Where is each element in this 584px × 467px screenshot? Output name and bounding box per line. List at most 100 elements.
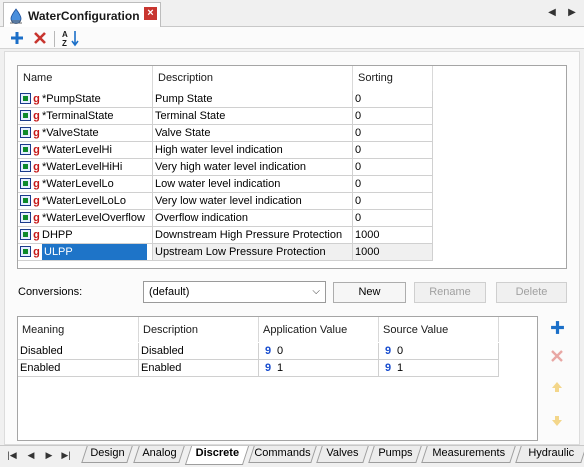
variable-sorting-cell[interactable]: 1000 <box>353 227 433 244</box>
value-type-glyph: 9 <box>384 362 392 374</box>
column-header-name[interactable]: Name <box>18 66 153 91</box>
tab-commands[interactable]: Commands <box>248 446 317 463</box>
variable-description-cell[interactable]: Valve State <box>153 125 353 142</box>
variable-description-cell[interactable]: Low water level indication <box>153 176 353 193</box>
variable-sorting-cell[interactable]: 0 <box>353 108 433 125</box>
variable-name-cell[interactable]: g *ValveState <box>18 125 153 142</box>
discrete-variable-icon <box>20 110 31 121</box>
variable-name-cell[interactable]: g ULPP <box>18 244 153 261</box>
tab-analog[interactable]: Analog <box>133 446 185 463</box>
meaning-cell-text: Disabled <box>20 345 63 357</box>
variable-name-cell[interactable]: g *WaterLevelHiHi <box>18 159 153 176</box>
tab-pumps[interactable]: Pumps <box>368 446 422 463</box>
meaning-cell[interactable]: Enabled <box>18 360 139 377</box>
delete-conversion-value-button[interactable] <box>547 346 567 366</box>
variable-type-glyph: g <box>33 127 40 139</box>
variable-name-cell[interactable]: g *PumpState <box>18 91 153 108</box>
variable-name: *WaterLevelLo <box>42 178 114 190</box>
variable-description-cell[interactable]: Very high water level indication <box>153 159 353 176</box>
source-value-cell[interactable]: 90 <box>379 343 499 360</box>
meaning-cell[interactable]: Disabled <box>18 343 139 360</box>
variable-description-cell[interactable]: Upstream Low Pressure Protection <box>153 244 353 261</box>
add-conversion-value-button[interactable] <box>547 317 567 337</box>
column-header-conv-description[interactable]: Description <box>139 317 259 342</box>
toolbar-separator <box>54 31 55 47</box>
variable-description-cell[interactable]: Pump State <box>153 91 353 108</box>
tab-label: Analog <box>142 447 177 459</box>
scroll-right-icon[interactable]: ▶ <box>566 7 578 19</box>
tab-label: Measurements <box>432 447 506 459</box>
variable-sorting-cell[interactable]: 0 <box>353 142 433 159</box>
variable-sorting-cell[interactable]: 0 <box>353 91 433 108</box>
conv-description-cell[interactable]: Disabled <box>139 343 259 360</box>
delete-conversion-button[interactable]: Delete <box>496 282 567 303</box>
column-header-source-value[interactable]: Source Value <box>379 317 499 342</box>
rename-button[interactable]: Rename <box>414 282 486 303</box>
tab-design[interactable]: Design <box>81 446 133 463</box>
add-button[interactable] <box>8 29 26 47</box>
conversions-selected-value: (default) <box>149 286 190 298</box>
variable-sorting-cell[interactable]: 0 <box>353 176 433 193</box>
next-tab-icon[interactable]: ▶ <box>43 449 55 461</box>
delete-button[interactable] <box>31 29 49 47</box>
variable-description-cell[interactable]: Terminal State <box>153 108 353 125</box>
variable-sorting-cell[interactable]: 0 <box>353 210 433 227</box>
variable-name-cell[interactable]: g *WaterLevelLo <box>18 176 153 193</box>
source-value-cell-text: 0 <box>397 345 404 357</box>
variable-description-cell[interactable]: Overflow indication <box>153 210 353 227</box>
discrete-variable-icon <box>20 212 31 223</box>
move-up-button[interactable] <box>547 377 567 397</box>
variable-type-glyph: g <box>33 161 40 173</box>
variables-grid[interactable]: Name Description Sorting g *PumpState Pump… <box>17 65 567 269</box>
tab-discrete[interactable]: Discrete <box>184 446 250 465</box>
variable-name-cell[interactable]: g *WaterLevelLoLo <box>18 193 153 210</box>
variable-name-cell[interactable]: g *TerminalState <box>18 108 153 125</box>
source-value-cell[interactable]: 91 <box>379 360 499 377</box>
new-button[interactable]: New <box>333 282 406 303</box>
application-value-cell[interactable]: 91 <box>259 360 379 377</box>
first-tab-icon[interactable]: |◀ <box>6 449 18 461</box>
move-down-button[interactable] <box>547 411 567 431</box>
conversions-select[interactable]: (default) ⌵ <box>143 281 326 303</box>
variable-name-cell[interactable]: g *WaterLevelHi <box>18 142 153 159</box>
previous-tab-icon[interactable]: ◀ <box>25 449 37 461</box>
variable-name: *ValveState <box>42 127 99 139</box>
scroll-left-icon[interactable]: ◀ <box>546 7 558 19</box>
column-header-meaning[interactable]: Meaning <box>18 317 139 342</box>
variable-sorting-cell[interactable]: 0 <box>353 125 433 142</box>
variable-description-cell[interactable]: High water level indication <box>153 142 353 159</box>
variable-name: *WaterLevelOverflow <box>42 212 145 224</box>
variable-description-cell[interactable]: Very low water level indication <box>153 193 353 210</box>
variable-name: *PumpState <box>42 93 101 105</box>
column-header-description[interactable]: Description <box>153 66 353 91</box>
sort-button[interactable]: A Z <box>62 29 80 47</box>
tab-valves[interactable]: Valves <box>316 446 369 463</box>
last-tab-icon[interactable]: ▶| <box>60 449 72 461</box>
column-header-sorting[interactable]: Sorting <box>353 66 433 91</box>
conv-description-cell[interactable]: Enabled <box>139 360 259 377</box>
arrow-up-icon <box>552 382 562 392</box>
tab-measurements[interactable]: Measurements <box>421 446 516 463</box>
svg-text:Z: Z <box>62 39 67 47</box>
document-tab[interactable]: WaterConfiguration <box>3 2 161 28</box>
close-tab-button[interactable]: × <box>144 7 157 20</box>
variable-sorting-cell[interactable]: 0 <box>353 159 433 176</box>
discrete-variable-icon <box>20 246 31 257</box>
variable-description-cell[interactable]: Downstream High Pressure Protection <box>153 227 353 244</box>
tab-hydraulic[interactable]: Hydraulic <box>515 446 584 463</box>
application-value-cell-text: 1 <box>277 362 284 374</box>
value-type-glyph: 9 <box>264 345 272 357</box>
application-value-cell[interactable]: 90 <box>259 343 379 360</box>
variable-name-cell[interactable]: g DHPP <box>18 227 153 244</box>
variable-sorting-cell[interactable]: 0 <box>353 193 433 210</box>
discrete-variable-icon <box>20 127 31 138</box>
variable-sorting-cell[interactable]: 1000 <box>353 244 433 261</box>
column-header-application-value[interactable]: Application Value <box>259 317 379 342</box>
variable-type-glyph: g <box>33 110 40 122</box>
water-configuration-icon <box>10 7 22 24</box>
sort-az-icon: A Z <box>62 30 79 47</box>
variable-name-cell[interactable]: g *WaterLevelOverflow <box>18 210 153 227</box>
conversions-label: Conversions: <box>18 286 83 298</box>
document-title: WaterConfiguration <box>28 8 140 23</box>
conversion-values-grid[interactable]: Meaning Description Application Value So… <box>17 316 538 441</box>
